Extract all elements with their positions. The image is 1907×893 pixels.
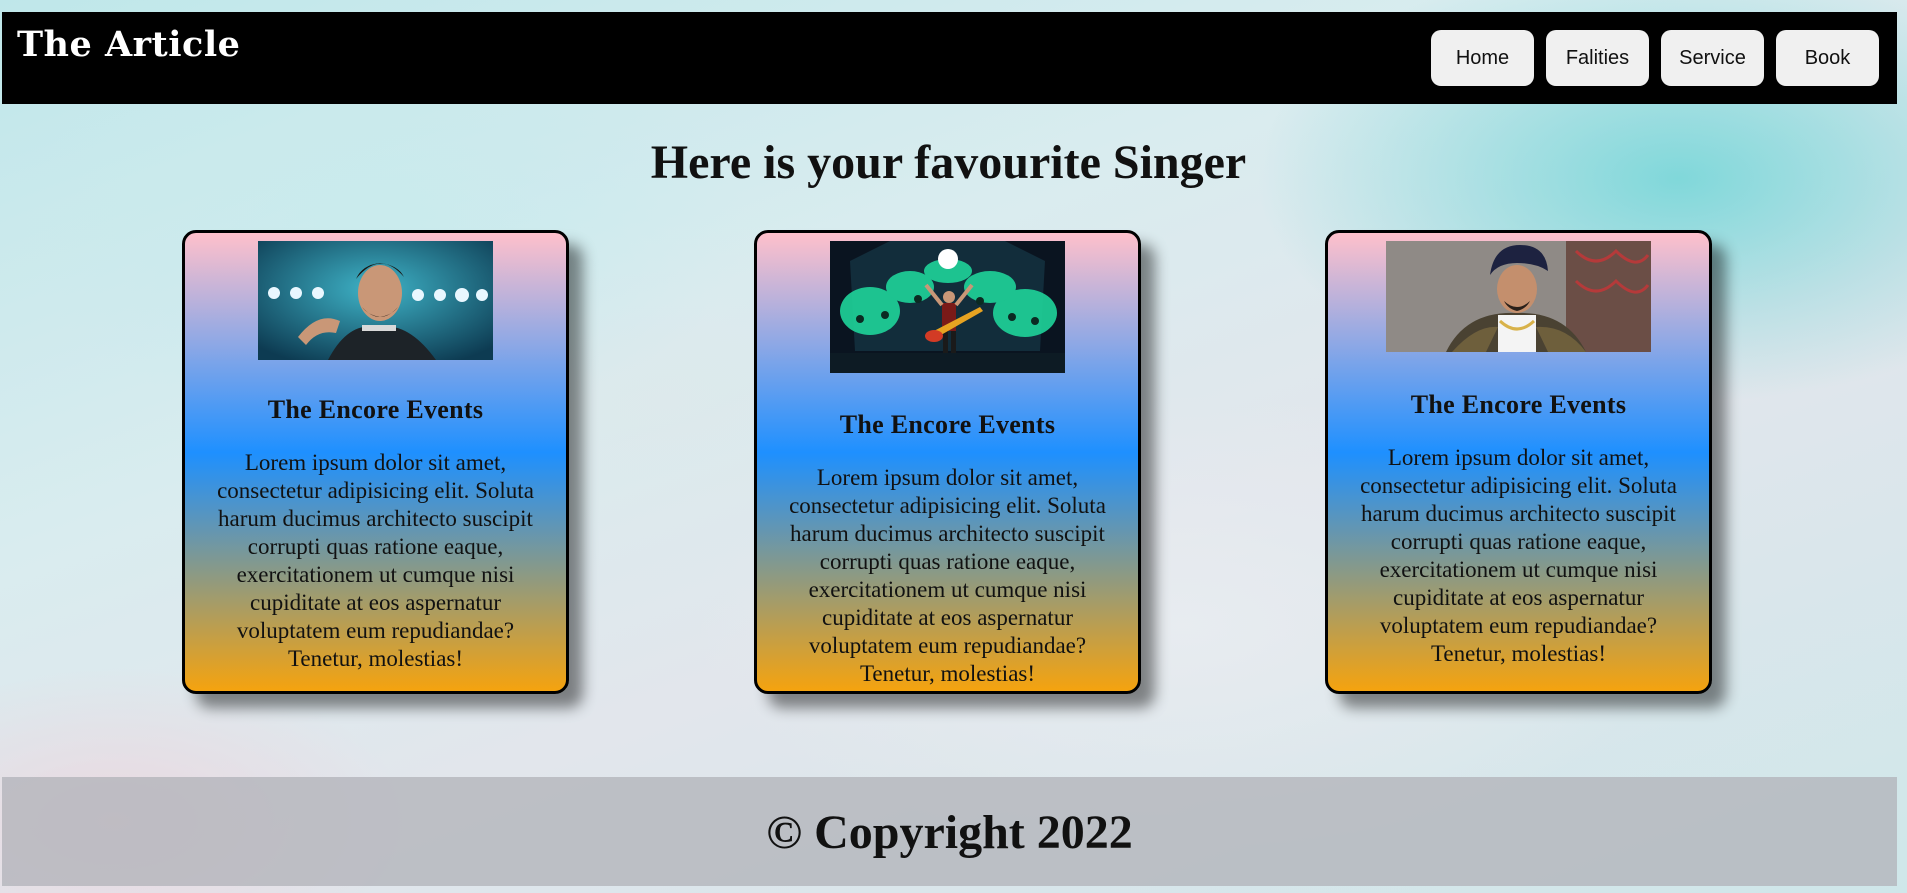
nav-falities-button[interactable]: Falities — [1546, 30, 1649, 86]
main-nav: Home Falities Service Book — [1431, 30, 1879, 86]
singer-card: The Encore Events Lorem ipsum dolor sit … — [1325, 230, 1712, 694]
singer-photo — [1386, 241, 1651, 352]
card-text: Lorem ipsum dolor sit amet, consectetur … — [1360, 445, 1677, 666]
page-headline: Here is your favourite Singer — [650, 136, 1247, 189]
site-brand[interactable]: The Article — [17, 25, 240, 65]
nav-book-button[interactable]: Book — [1776, 30, 1879, 86]
copyright-text: © Copyright 2022 — [766, 806, 1133, 859]
concert-photo — [830, 241, 1065, 373]
top-navbar: The Article Home Falities Service Book — [2, 12, 1897, 104]
card-title: The Encore Events — [267, 395, 484, 424]
card-text: Lorem ipsum dolor sit amet, consectetur … — [217, 450, 534, 671]
card-title: The Encore Events — [1410, 390, 1627, 419]
nav-home-button[interactable]: Home — [1431, 30, 1534, 86]
singer-card: The Encore Events Lorem ipsum dolor sit … — [754, 230, 1141, 694]
card-title: The Encore Events — [839, 410, 1056, 439]
card-text: Lorem ipsum dolor sit amet, consectetur … — [789, 465, 1106, 686]
singer-card: The Encore Events Lorem ipsum dolor sit … — [182, 230, 569, 694]
nav-service-button[interactable]: Service — [1661, 30, 1764, 86]
singer-photo — [258, 241, 493, 360]
page-footer: © Copyright 2022 — [2, 777, 1897, 886]
